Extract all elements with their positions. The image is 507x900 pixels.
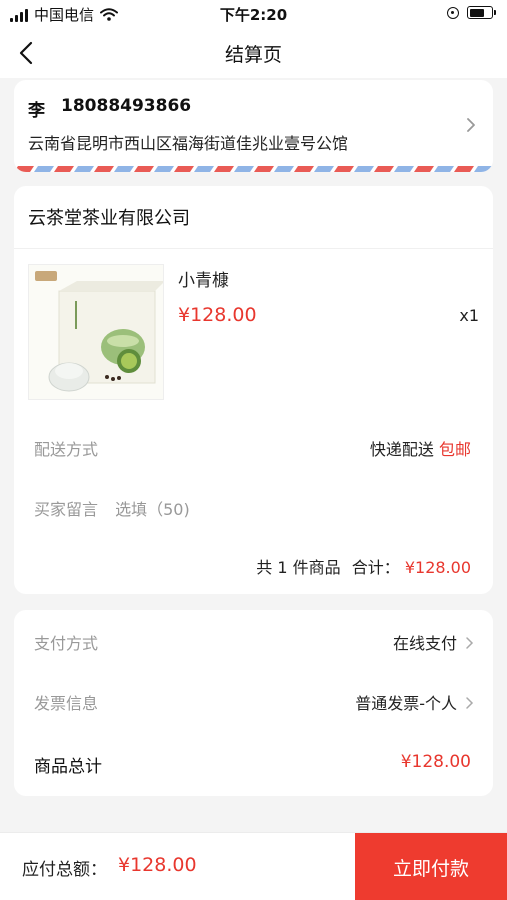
invoice-value: 普通发票-个人 <box>355 694 457 713</box>
subtotal-label: 合计： <box>351 558 400 577</box>
envelope-stripe <box>14 166 493 172</box>
chevron-right-icon <box>466 697 474 709</box>
message-input[interactable]: 选填（50) <box>115 500 190 519</box>
payment-method-select[interactable]: 在线支付 <box>393 630 475 654</box>
amount-due-label: 应付总额： <box>22 860 107 880</box>
order-card: 云茶堂茶业有限公司 小青槺 ¥128.00 x1 配送方式 快递配送 包邮 买家… <box>14 186 493 594</box>
recipient-row: 李 18088493866 <box>28 96 191 121</box>
pay-now-button[interactable]: 立即付款 <box>355 833 507 900</box>
payment-card: 支付方式 在线支付 发票信息 普通发票-个人 商品总计 ¥128.00 <box>14 610 493 796</box>
payment-method-label: 支付方式 <box>34 634 99 653</box>
amount-due-value: ¥128.00 <box>118 854 197 876</box>
goods-total-value: ¥128.00 <box>400 752 471 772</box>
store-name: 云茶堂茶业有限公司 <box>28 208 190 229</box>
status-bar: 中国电信 下午2:20 <box>0 0 507 28</box>
product-quantity: x1 <box>459 306 479 325</box>
message-row[interactable]: 买家留言 选填（50) <box>34 496 190 520</box>
product-name: 小青槺 <box>178 271 229 291</box>
divider <box>14 248 493 249</box>
delivery-method: 快递配送 <box>369 440 434 459</box>
invoice-select[interactable]: 普通发票-个人 <box>355 690 475 714</box>
invoice-label: 发票信息 <box>34 694 99 713</box>
chevron-right-icon <box>467 118 475 132</box>
battery-icon <box>467 6 496 19</box>
recipient-name: 李 <box>28 101 45 121</box>
orientation-lock-icon <box>447 6 459 19</box>
chevron-right-icon <box>466 637 474 649</box>
delivery-label: 配送方式 <box>34 440 99 459</box>
product-price: ¥128.00 <box>178 304 257 326</box>
nav-bar: 结算页 <box>0 28 507 78</box>
item-count: 共 1 件商品 <box>256 558 341 577</box>
product-image[interactable] <box>28 264 164 400</box>
address-detail: 云南省昆明市西山区福海街道佳兆业壹号公馆 <box>28 134 349 153</box>
page-title: 结算页 <box>224 44 282 66</box>
delivery-fee: 包邮 <box>438 440 471 459</box>
address-card[interactable]: 李 18088493866 云南省昆明市西山区福海街道佳兆业壹号公馆 <box>14 80 493 172</box>
status-time: 下午2:20 <box>219 6 288 24</box>
checkout-bar: 应付总额： ¥128.00 立即付款 <box>0 832 507 900</box>
goods-total-label: 商品总计 <box>34 757 102 777</box>
status-right <box>447 6 496 19</box>
message-label: 买家留言 <box>34 500 99 519</box>
recipient-phone: 18088493866 <box>61 96 192 116</box>
subtotal-value: ¥128.00 <box>404 558 471 577</box>
order-summary: 共 1 件商品 合计： ¥128.00 <box>256 554 471 578</box>
payment-method-value: 在线支付 <box>392 634 457 653</box>
tea-package-illustration <box>29 265 163 399</box>
delivery-value[interactable]: 快递配送 包邮 <box>370 436 471 460</box>
